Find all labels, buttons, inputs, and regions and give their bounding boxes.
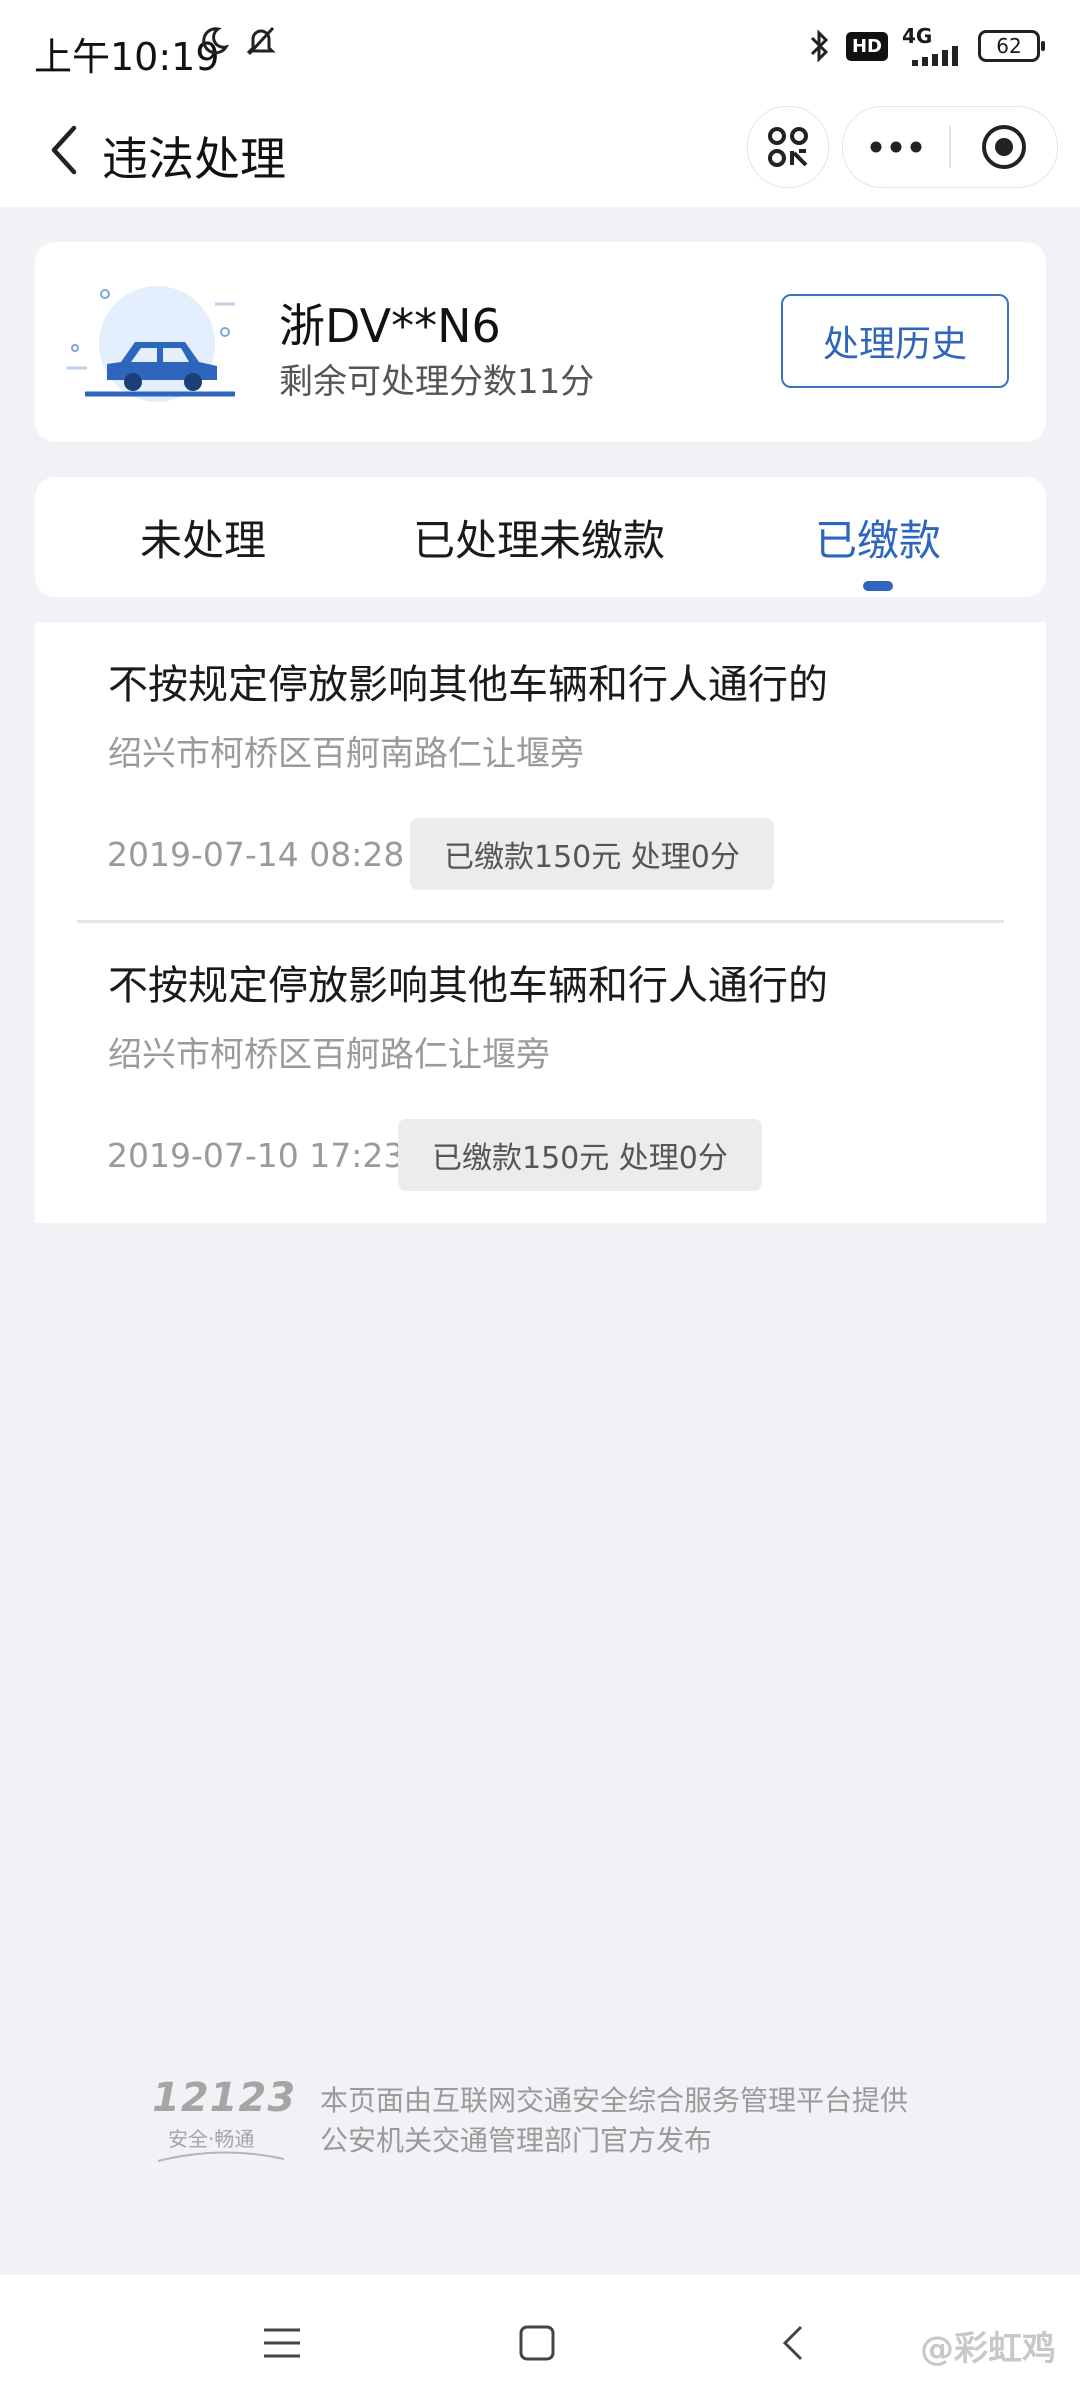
car-icon [67,286,235,402]
home-square-icon [519,2325,555,2361]
hd-badge: HD [845,31,888,61]
tab-unprocessed[interactable]: 未处理 [140,507,266,568]
more-icon [870,141,922,153]
12123-logo: 12123 安全·畅通 [150,2075,295,2165]
menu-button[interactable] [252,2313,312,2373]
logo-swoosh-icon [157,2151,285,2162]
violation-list: 不按规定停放影响其他车辆和行人通行的 绍兴市柯桥区百舸南路仁让堰旁 2019-0… [35,622,1046,1223]
logo-slogan: 安全·畅通 [168,2127,255,2151]
system-back-button[interactable] [762,2313,822,2373]
more-button[interactable] [843,107,949,187]
back-icon [51,125,77,175]
logo-number: 12123 [152,2075,297,2121]
system-back-icon [782,2325,803,2361]
status-time: 上午10:19 [34,35,220,79]
home-button[interactable] [507,2313,567,2373]
battery-icon: 62 [978,30,1045,62]
violation-title: 不按规定停放影响其他车辆和行人通行的 [108,963,828,1009]
network-type: 4G [902,24,933,48]
footer: 12123 安全·畅通 本页面由互联网交通安全综合服务管理平台提供 公安机关交通… [150,2075,950,2165]
violation-item[interactable]: 不按规定停放影响其他车辆和行人通行的 绍兴市柯桥区百舸南路仁让堰旁 2019-0… [35,622,1046,923]
moon-icon [202,27,230,55]
battery-level: 62 [996,34,1022,58]
history-button[interactable]: 处理历史 [781,294,1009,388]
remaining-points: 剩余可处理分数11分 [279,362,595,402]
vehicle-card: 浙DV**N6 剩余可处理分数11分 处理历史 [35,242,1046,442]
tab-paid[interactable]: 已缴款 [815,507,941,568]
menu-icon [264,2328,300,2358]
mute-bell-icon [246,26,276,56]
signal-indicator: 4G [902,26,964,66]
status-bar: 上午10:19 HD 4G 62 [0,0,1080,95]
page-title: 违法处理 [102,132,286,186]
footer-line-1: 本页面由互联网交通安全综合服务管理平台提供 [320,2084,909,2117]
watermark: @彩虹鸡 [920,2329,1056,2369]
status-icons-right: HD 4G 62 [808,26,1045,66]
signal-bars-icon [912,46,958,66]
scan-button[interactable] [747,106,829,188]
violation-time: 2019-07-10 17:23 [107,1136,405,1175]
payment-status-badge: 已缴款150元 处理0分 [410,818,774,890]
payment-status-badge: 已缴款150元 处理0分 [398,1119,762,1191]
license-plate: 浙DV**N6 [279,299,501,353]
mini-program-capsule [842,106,1058,188]
system-nav-bar: @彩虹鸡 [0,2275,1080,2401]
violation-item[interactable]: 不按规定停放影响其他车辆和行人通行的 绍兴市柯桥区百舸路仁让堰旁 2019-07… [35,923,1046,1223]
target-icon [982,125,1026,169]
back-button[interactable] [28,115,98,185]
violation-address: 绍兴市柯桥区百舸路仁让堰旁 [108,1035,550,1075]
footer-line-2: 公安机关交通管理部门官方发布 [320,2124,713,2157]
bluetooth-icon [810,29,829,63]
active-tab-indicator [863,581,893,591]
violation-title: 不按规定停放影响其他车辆和行人通行的 [108,662,828,708]
violation-address: 绍兴市柯桥区百舸南路仁让堰旁 [108,734,584,774]
scan-icon [768,127,808,167]
footer-text: 本页面由互联网交通安全综合服务管理平台提供 公安机关交通管理部门官方发布 [320,2081,908,2161]
status-icons-left [198,24,278,58]
violation-time: 2019-07-14 08:28 [107,835,405,874]
tab-processed-unpaid[interactable]: 已处理未缴款 [413,507,665,568]
close-button[interactable] [951,107,1057,187]
nav-header: 违法处理 [0,95,1080,207]
status-tabs: 未处理 已处理未缴款 已缴款 [35,477,1046,597]
